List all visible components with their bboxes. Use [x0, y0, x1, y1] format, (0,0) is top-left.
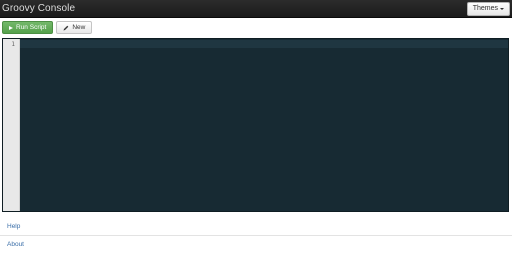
top-navbar: Groovy Console Themes [0, 0, 512, 18]
new-button[interactable]: New [56, 21, 93, 34]
help-link[interactable]: Help [0, 218, 512, 235]
run-script-label: Run Script [16, 24, 47, 31]
help-link-label: Help [7, 223, 21, 230]
footer-links: Help About [0, 218, 512, 253]
line-number: 1 [11, 41, 15, 48]
line-number-gutter: 1 [3, 39, 20, 211]
code-editor[interactable]: 1 [2, 38, 509, 212]
app-title: Groovy Console [2, 3, 76, 14]
run-script-button[interactable]: Run Script [2, 21, 54, 34]
about-link-label: About [7, 241, 24, 248]
pencil-icon [63, 25, 69, 31]
caret-down-icon [500, 8, 504, 10]
play-icon [9, 25, 13, 30]
themes-label: Themes [472, 5, 498, 12]
about-link[interactable]: About [0, 236, 512, 253]
themes-dropdown-button[interactable]: Themes [466, 2, 510, 16]
toolbar: Run Script New [2, 21, 93, 34]
new-label: New [72, 24, 86, 31]
active-line-highlight [20, 40, 508, 48]
